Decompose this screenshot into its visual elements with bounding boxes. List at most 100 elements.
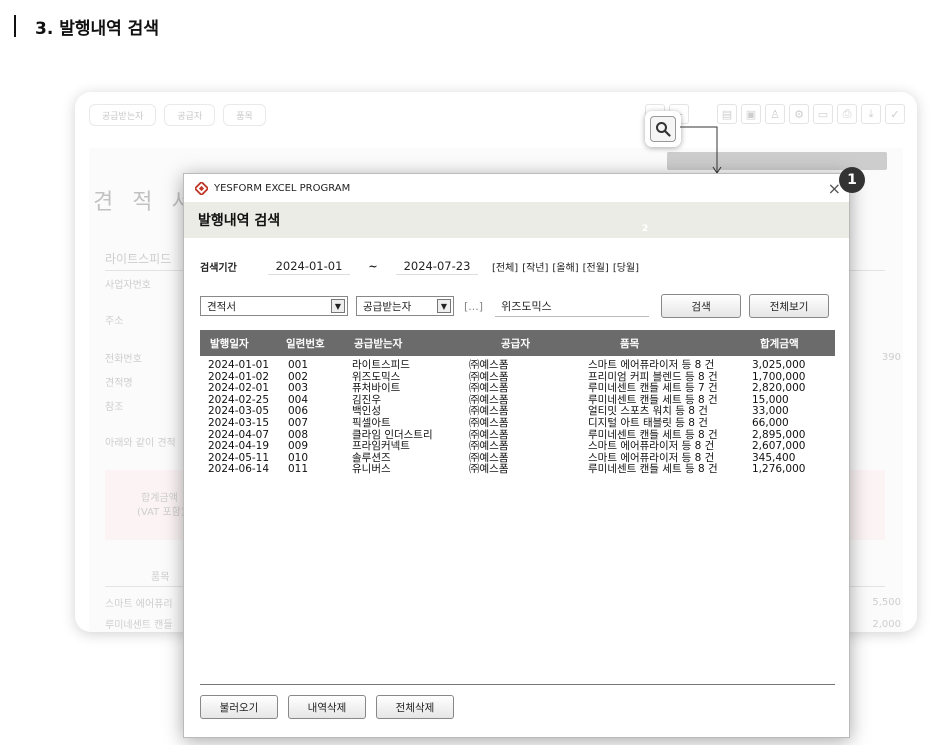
column-header-date[interactable]: 발행일자: [200, 336, 280, 351]
date-range-tilde: ~: [368, 259, 378, 273]
delete-entry-button[interactable]: 내역삭제: [288, 695, 366, 719]
step-marker-2: 2: [642, 224, 649, 234]
search-button[interactable]: 검색: [661, 294, 742, 318]
dialog-titlebar: YESFORM EXCEL PROGRAM ×: [184, 174, 849, 202]
quick-range-this-month[interactable]: [당월]: [613, 259, 639, 274]
cell-total: 1,276,000: [752, 463, 806, 476]
quick-range-all[interactable]: [전체]: [492, 259, 518, 274]
background-tabs: 공급받는자 공급자 품목: [89, 104, 266, 126]
bg-label: 품목: [151, 572, 170, 583]
table-header: 발행일자 일련번호 공급받는자 공급자 품목 합계금액: [200, 330, 835, 356]
cell-supplier: ㈜예스폼: [469, 416, 509, 429]
print-icon: ⎙: [837, 104, 857, 124]
bg-label: 스마트 에어퓨리: [105, 599, 173, 610]
bg-label: 참조: [105, 402, 124, 413]
cell-total: 3,025,000: [752, 359, 806, 371]
issue-history-table: 발행일자 일련번호 공급받는자 공급자 품목 합계금액 2024-01-01 00…: [200, 330, 835, 476]
dialog-header: 발행내역 검색 2: [184, 202, 849, 238]
cell-date: 2024-03-15: [208, 416, 270, 429]
bg-label: 사업자번호: [105, 280, 151, 291]
bg-tab-supplier: 공급자: [164, 104, 216, 126]
yesform-logo-icon: [195, 181, 208, 195]
cell-supplier: ㈜예스폼: [469, 463, 509, 476]
filter-row: 견적서 ▼ 공급받는자 ▼ [...] 위즈도믹스 검색 전체보기: [200, 294, 830, 318]
column-header-serial[interactable]: 일련번호: [280, 336, 344, 351]
bg-doc-title: 견 적 서: [93, 190, 198, 215]
dialog-title: 발행내역 검색: [198, 213, 281, 229]
delete-all-button[interactable]: 전체삭제: [376, 695, 454, 719]
quick-range-this-year[interactable]: [올해]: [552, 259, 578, 274]
bg-label: 합계금액: [141, 493, 178, 504]
table-row[interactable]: 2024-03-15 007 픽셀아트 ㈜예스폼 디지털 아트 태블릿 등 8 건 66,…: [200, 416, 835, 430]
dialog-footer: 불러오기 내역삭제 전체삭제: [200, 695, 454, 719]
cell-serial: 001: [288, 359, 309, 371]
date-from-field[interactable]: 2024-01-01: [268, 257, 350, 275]
quick-range-links: [전체] [작년] [올해] [전월] [당월]: [492, 259, 639, 274]
cell-recipient: 유니버스: [352, 463, 391, 476]
issue-history-dialog: YESFORM EXCEL PROGRAM × 발행내역 검색 2 검색기간 2…: [183, 173, 850, 738]
quick-range-last-year[interactable]: [작년]: [522, 259, 548, 274]
bg-value: 2,000: [872, 619, 901, 630]
cell-supplier: ㈜예스폼: [469, 359, 509, 371]
dropdown-arrow-icon: ▼: [437, 299, 451, 313]
background-toolbar: + − ▤ ▣ ♙ ⚙ ▭ ⎙ ⤓ ✓: [645, 104, 905, 124]
app-title: YESFORM EXCEL PROGRAM: [214, 182, 351, 194]
date-to-field[interactable]: 2024-07-23: [396, 257, 478, 275]
period-row: 검색기간 2024-01-01 ~ 2024-07-23 [전체] [작년] […: [200, 256, 639, 276]
doc-type-select[interactable]: 견적서 ▼: [200, 296, 348, 316]
dropdown-arrow-icon: ▼: [331, 299, 345, 313]
doc-type-value: 견적서: [207, 300, 236, 313]
table-row[interactable]: 2024-04-19 009 프라임커넥트 ㈜예스폼 스마트 에어퓨라이저 등 8 건 2…: [200, 441, 835, 453]
gear-icon: ⚙: [789, 104, 809, 124]
cell-serial: 011: [288, 463, 309, 476]
lookup-button[interactable]: [...]: [464, 300, 483, 313]
table-row[interactable]: 2024-01-01 001 라이트스피드 ㈜예스폼 스마트 에어퓨라이저 등 8 건 3…: [200, 359, 835, 372]
cell-items: 스마트 에어퓨라이저 등 8 건: [588, 440, 715, 453]
cell-date: 2024-06-14: [208, 463, 270, 476]
heading-bar: [14, 15, 16, 37]
cell-recipient: 픽셀아트: [352, 416, 391, 429]
cell-items: 디지털 아트 태블릿 등 8 건: [588, 416, 708, 429]
bg-label: 루미네센트 캔들: [105, 620, 173, 631]
bg-tab-recipient: 공급받는자: [89, 104, 157, 126]
period-label: 검색기간: [200, 262, 237, 274]
section-heading: 3. 발행내역 검색: [14, 14, 159, 39]
bg-value: 5,500: [872, 597, 901, 608]
doc-icon: ▤: [717, 104, 737, 124]
download-icon: ⤓: [861, 104, 881, 124]
search-field-value: 공급받는자: [363, 300, 412, 313]
search-keyword-input[interactable]: 위즈도믹스: [495, 295, 650, 317]
bg-label: 라이트스피드: [105, 252, 172, 266]
view-all-button[interactable]: 전체보기: [749, 294, 830, 318]
user-icon: ♙: [765, 104, 785, 124]
section-title: 3. 발행내역 검색: [35, 18, 159, 39]
search-field-select[interactable]: 공급받는자 ▼: [356, 296, 454, 316]
monitor-icon: ▭: [813, 104, 833, 124]
table-row[interactable]: 2024-06-14 011 유니버스 ㈜예스폼 루미네센트 캔들 세트 등 8 건 1,…: [200, 464, 835, 476]
column-header-total[interactable]: 합계금액: [742, 336, 835, 351]
cell-recipient: 프라임커넥트: [352, 440, 410, 453]
cell-items: 스마트 에어퓨라이저 등 8 건: [588, 359, 715, 371]
load-button[interactable]: 불러오기: [200, 695, 278, 719]
table-body: 2024-01-01 001 라이트스피드 ㈜예스폼 스마트 에어퓨라이저 등 8 건3…: [200, 356, 835, 476]
cell-serial: 007: [288, 416, 309, 429]
cell-date: 2024-04-19: [208, 440, 270, 453]
save-icon: ▣: [741, 104, 761, 124]
column-header-recipient[interactable]: 공급받는자: [344, 336, 461, 351]
bg-label: 주소: [105, 316, 124, 327]
cell-supplier: ㈜예스폼: [469, 440, 509, 453]
bg-tab-items: 품목: [223, 104, 266, 126]
bg-value: 390: [881, 352, 901, 363]
column-header-items[interactable]: 품목: [580, 336, 742, 351]
cell-recipient: 라이트스피드: [352, 359, 410, 371]
cell-total: 66,000: [752, 416, 789, 429]
quick-range-last-month[interactable]: [전월]: [583, 259, 609, 274]
bg-label: 아래와 같이 견적: [105, 438, 176, 449]
check-icon: ✓: [885, 104, 905, 124]
column-header-supplier[interactable]: 공급자: [461, 336, 580, 351]
cell-items: 루미네센트 캔들 세트 등 8 건: [588, 463, 718, 476]
callout-connector-arrow: [680, 126, 722, 174]
cell-serial: 009: [288, 440, 309, 453]
bg-label: 견적명: [105, 378, 133, 389]
cell-total: 2,607,000: [752, 440, 806, 453]
